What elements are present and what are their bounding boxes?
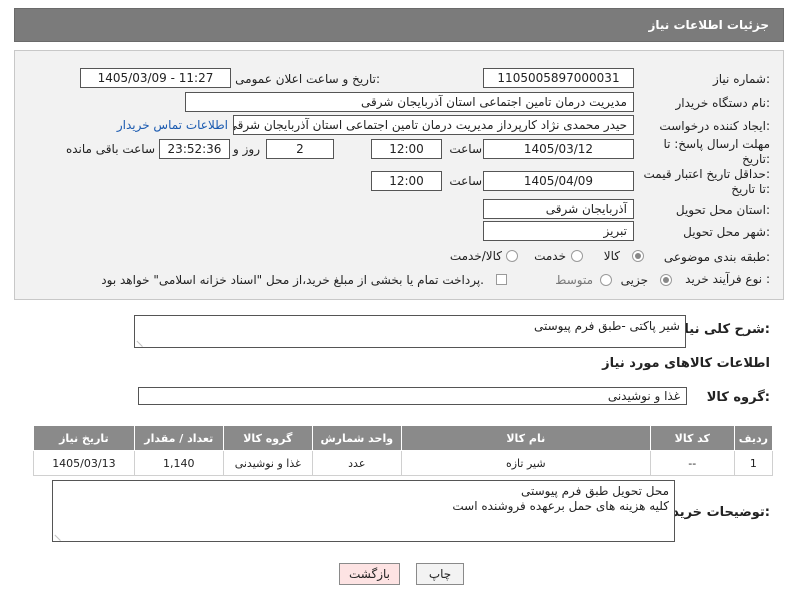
reply-deadline-label: مهلت ارسال پاسخ: تا xyxy=(663,137,770,151)
cell-item-group: غذا و نوشیدنی xyxy=(222,450,313,476)
cell-item-name: شیر تازه xyxy=(400,450,651,476)
category-option-goods-service: کالا/خدمت xyxy=(449,249,502,263)
delivery-province-field[interactable]: آذربایجان شرقی xyxy=(483,199,634,219)
reply-date-field[interactable]: 1405/03/12 xyxy=(483,139,634,159)
cell-item-code: -- xyxy=(649,450,735,476)
col-unit: واحد شمارش xyxy=(311,425,402,451)
reply-time-label: ساعت xyxy=(449,142,482,156)
page-header: جزئیات اطلاعات نیاز xyxy=(14,8,784,42)
treasury-payment-checkbox[interactable] xyxy=(496,274,507,285)
description-text: شیر پاکتی -طبق فرم پیوستی xyxy=(533,319,680,333)
price-validity-label: حداقل تاریخ اعتبار قیمت: xyxy=(643,167,770,181)
process-radio-medium[interactable] xyxy=(600,274,612,286)
resize-grip-icon[interactable] xyxy=(54,528,67,542)
goods-group-label: گروه کالا: xyxy=(706,390,770,405)
cell-quantity: 1,140 xyxy=(133,450,224,476)
buyer-notes-line-1: محل تحویل طبق فرم پیوستی xyxy=(520,484,669,498)
buyer-notes-textarea[interactable]: محل تحویل طبق فرم پیوستی کلیه هزینه های … xyxy=(52,480,675,542)
col-item-code: کد کالا xyxy=(649,425,735,451)
goods-section-title: اطلاعات کالاهای مورد نیاز xyxy=(602,356,770,371)
category-radio-service[interactable] xyxy=(571,250,583,262)
cell-need-date: 1405/03/13 xyxy=(33,450,135,476)
page-title: جزئیات اطلاعات نیاز xyxy=(648,18,769,32)
category-radio-goods[interactable] xyxy=(632,250,644,262)
creator-label: ایجاد کننده درخواست: xyxy=(659,119,770,133)
goods-group-field[interactable]: غذا و نوشیدنی xyxy=(138,387,687,405)
process-option-medium: متوسط xyxy=(555,273,593,287)
category-option-service: خدمت xyxy=(534,249,566,263)
cell-row-number: 1 xyxy=(733,450,774,476)
announce-label: تاریخ و ساعت اعلان عمومی: xyxy=(235,72,380,86)
price-time-label: ساعت xyxy=(449,174,482,188)
col-need-date: تاریخ نیاز xyxy=(33,425,135,451)
description-label: شرح کلی نیاز: xyxy=(676,322,770,337)
buyer-notes-line-2: کلیه هزینه های حمل برعهده فروشنده است xyxy=(452,499,669,513)
price-validity-time-field[interactable]: 12:00 xyxy=(371,171,442,191)
remaining-label: ساعت باقی مانده xyxy=(65,142,155,156)
description-textarea[interactable]: شیر پاکتی -طبق فرم پیوستی xyxy=(134,315,686,348)
print-button[interactable]: چاپ xyxy=(416,563,464,585)
announce-datetime-field[interactable]: 1405/03/09 - 11:27 xyxy=(80,68,231,88)
delivery-city-label: شهر محل تحویل: xyxy=(683,225,770,239)
buyer-contact-link[interactable]: اطلاعات تماس خریدار xyxy=(117,118,228,132)
days-remaining-field[interactable]: 2 xyxy=(266,139,334,159)
delivery-province-label: استان محل تحویل: xyxy=(675,203,770,217)
buyer-org-label: نام دستگاه خریدار: xyxy=(675,96,771,110)
treasury-payment-note: پرداخت تمام یا بخشی از مبلغ خرید،از محل … xyxy=(101,273,484,287)
remaining-time-field[interactable]: 23:52:36 xyxy=(159,139,230,159)
buyer-org-field[interactable]: مدیریت درمان تامین اجتماعی استان آذربایج… xyxy=(185,92,634,112)
col-item-name: نام کالا xyxy=(400,425,651,451)
resize-grip-icon[interactable] xyxy=(136,334,149,348)
back-button[interactable]: بازگشت xyxy=(339,563,400,585)
process-option-minor: جزیی xyxy=(620,273,648,287)
process-label: نوع فرآیند خرید : xyxy=(685,272,770,286)
col-row-number: ردیف xyxy=(733,425,774,451)
need-number-label: شماره نیاز: xyxy=(712,72,770,86)
category-radio-goods-service[interactable] xyxy=(506,250,518,262)
reply-time-field[interactable]: 12:00 xyxy=(371,139,442,159)
table-header-row: ردیف کد کالا نام کالا واحد شمارش گروه کا… xyxy=(33,425,774,451)
reply-deadline-label-date: تاریخ: xyxy=(742,152,770,166)
creator-field[interactable]: حیدر محمدی نژاد کارپرداز مدیریت درمان تا… xyxy=(233,115,634,135)
buyer-notes-label: توضیحات خریدار: xyxy=(660,505,770,520)
process-radio-minor[interactable] xyxy=(660,274,672,286)
category-label: طبقه بندی موضوعی: xyxy=(663,250,770,264)
table-row[interactable]: 1 -- شیر تازه عدد غذا و نوشیدنی 1,140 14… xyxy=(33,450,774,476)
category-option-goods: کالا xyxy=(603,249,620,263)
col-item-group: گروه کالا xyxy=(222,425,313,451)
delivery-city-field[interactable]: تبریز xyxy=(483,221,634,241)
need-number-field[interactable]: 1105005897000031 xyxy=(483,68,634,88)
days-label: روز و xyxy=(233,142,260,156)
price-validity-date-field[interactable]: 1405/04/09 xyxy=(483,171,634,191)
items-table: ردیف کد کالا نام کالا واحد شمارش گروه کا… xyxy=(33,425,774,476)
cell-unit: عدد xyxy=(311,450,402,476)
col-quantity: تعداد / مقدار xyxy=(133,425,224,451)
price-validity-label-date: تا تاریخ: xyxy=(731,182,770,196)
